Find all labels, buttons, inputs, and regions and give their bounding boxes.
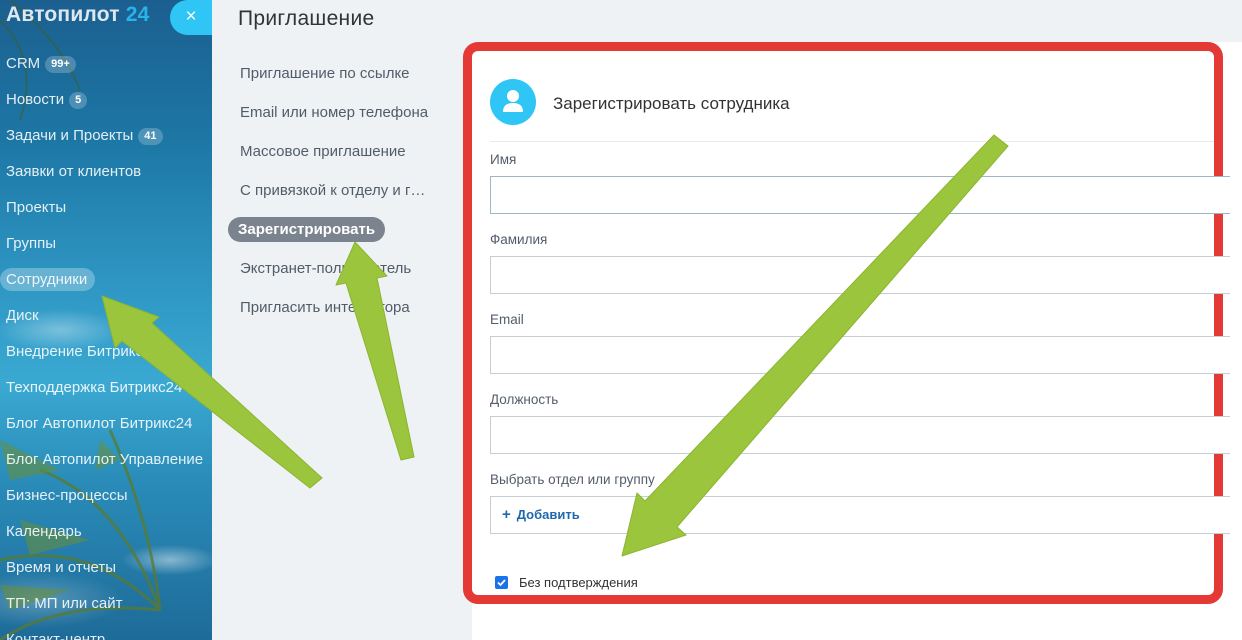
checkmark-icon — [497, 579, 506, 587]
nav-item-label: Зарегистрировать — [228, 217, 386, 242]
counter-badge: 99+ — [45, 56, 76, 73]
close-icon: × — [185, 6, 197, 27]
sidebar-item-label: Календарь — [6, 523, 82, 540]
logo-number: 24 — [125, 3, 150, 26]
sidebar-item-contact-center[interactable]: Контакт-центр — [0, 622, 212, 640]
sidebar-item-label: Задачи и Проекты — [6, 127, 134, 144]
sidebar-item-groups[interactable]: Группы — [0, 226, 212, 262]
sidebar-item-label: Проекты — [6, 199, 67, 216]
card-header: Зарегистрировать сотрудника — [490, 79, 1214, 142]
plus-icon: + — [502, 506, 511, 523]
sidebar-item-calendar[interactable]: Календарь — [0, 514, 212, 550]
sidebar-menu: CRM 99+ Новости 5 Задачи и Проекты 41 Заявк… — [0, 46, 212, 640]
sidebar-item-label: Внедрение Битрикс24 — [6, 343, 160, 360]
register-employee-card: Зарегистрировать сотрудника Имя Фамилия … — [463, 42, 1230, 604]
counter-badge: 41 — [138, 128, 163, 145]
nav-item-register[interactable]: Зарегистрировать — [212, 210, 420, 249]
sidebar-item-blog-management[interactable]: Блог Автопилот Управление — [0, 442, 212, 478]
add-button-label: Добавить — [516, 507, 580, 522]
position-input[interactable] — [490, 416, 1230, 454]
sidebar-item-label: Блог Автопилот Управление — [6, 451, 204, 468]
sidebar-item-label: Диск — [6, 307, 39, 324]
sidebar-item-label: Сотрудники — [0, 268, 96, 291]
sidebar-item-label: Время и отчеты — [6, 559, 117, 576]
logo[interactable]: Автопилот 24 — [6, 3, 150, 27]
last-name-label: Фамилия — [490, 232, 548, 247]
left-sidebar: Автопилот 24 × CRM 99+ Новости 5 Задачи и … — [0, 0, 212, 640]
sidebar-item-client-requests[interactable]: Заявки от клиентов — [0, 154, 212, 190]
sidebar-item-support[interactable]: Техподдержка Битрикс24 — [0, 370, 212, 406]
department-label: Выбрать отдел или группу — [490, 472, 655, 487]
logo-text: Автопилот — [6, 3, 120, 26]
sidebar-item-label: Заявки от клиентов — [6, 163, 142, 180]
sidebar-item-disk[interactable]: Диск — [0, 298, 212, 334]
no-confirm-label: Без подтверждения — [519, 575, 638, 590]
invite-nav: Приглашение по ссылке Email или номер те… — [212, 54, 472, 327]
sidebar-item-label: Контакт-центр — [6, 631, 106, 640]
sidebar-item-tasks[interactable]: Задачи и Проекты 41 — [0, 118, 212, 154]
sidebar-item-implementation[interactable]: Внедрение Битрикс24 — [0, 334, 212, 370]
nav-item-extranet-user[interactable]: Экстранет-пользователь — [212, 249, 432, 288]
email-input[interactable] — [490, 336, 1230, 374]
sidebar-item-label: Группы — [6, 235, 56, 252]
sidebar-item-label: Бизнес-процессы — [6, 487, 128, 504]
sidebar-item-time-reports[interactable]: Время и отчеты — [0, 550, 212, 586]
nav-item-invite-integrator[interactable]: Пригласить интегратора — [212, 288, 432, 327]
nav-item-email-phone[interactable]: Email или номер телефона — [212, 93, 432, 132]
nav-item-mass-invite[interactable]: Массовое приглашение — [212, 132, 432, 171]
sidebar-item-label: CRM — [6, 55, 41, 72]
user-icon — [503, 90, 523, 112]
nav-item-department-invite[interactable]: С привязкой к отделу и группе — [212, 171, 432, 210]
sidebar-item-label: Новости — [6, 91, 65, 108]
nav-item-invite-link[interactable]: Приглашение по ссылке — [212, 54, 432, 93]
sidebar-item-employees[interactable]: Сотрудники — [0, 262, 212, 298]
sidebar-item-news[interactable]: Новости 5 — [0, 82, 212, 118]
page-title: Приглашение — [238, 7, 375, 30]
sidebar-item-crm[interactable]: CRM 99+ — [0, 46, 212, 82]
close-sidebar-button[interactable]: × — [170, 0, 212, 35]
last-name-input[interactable] — [490, 256, 1230, 294]
sidebar-item-label: Техподдержка Битрикс24 — [6, 379, 183, 396]
sidebar-item-business-processes[interactable]: Бизнес-процессы — [0, 478, 212, 514]
sidebar-item-tp-site[interactable]: ТП: МП или сайт — [0, 586, 212, 622]
first-name-input[interactable] — [490, 176, 1230, 214]
sidebar-item-label: Блог Автопилот Битрикс24 — [6, 415, 193, 432]
sidebar-item-label: ТП: МП или сайт — [6, 595, 123, 612]
no-confirm-checkbox[interactable] — [495, 576, 508, 589]
avatar — [490, 79, 536, 125]
register-form-panel: Зарегистрировать сотрудника Имя Фамилия … — [463, 0, 1242, 640]
card-title: Зарегистрировать сотрудника — [553, 94, 790, 113]
first-name-label: Имя — [490, 152, 517, 167]
add-department-button[interactable]: + Добавить — [490, 496, 1230, 534]
position-label: Должность — [490, 392, 559, 407]
sidebar-item-projects[interactable]: Проекты — [0, 190, 212, 226]
invite-navigation-panel: Приглашение Приглашение по ссылке Email … — [212, 0, 472, 640]
sidebar-item-blog-bitrix[interactable]: Блог Автопилот Битрикс24 — [0, 406, 212, 442]
counter-badge: 5 — [69, 92, 88, 109]
email-label: Email — [490, 312, 524, 327]
